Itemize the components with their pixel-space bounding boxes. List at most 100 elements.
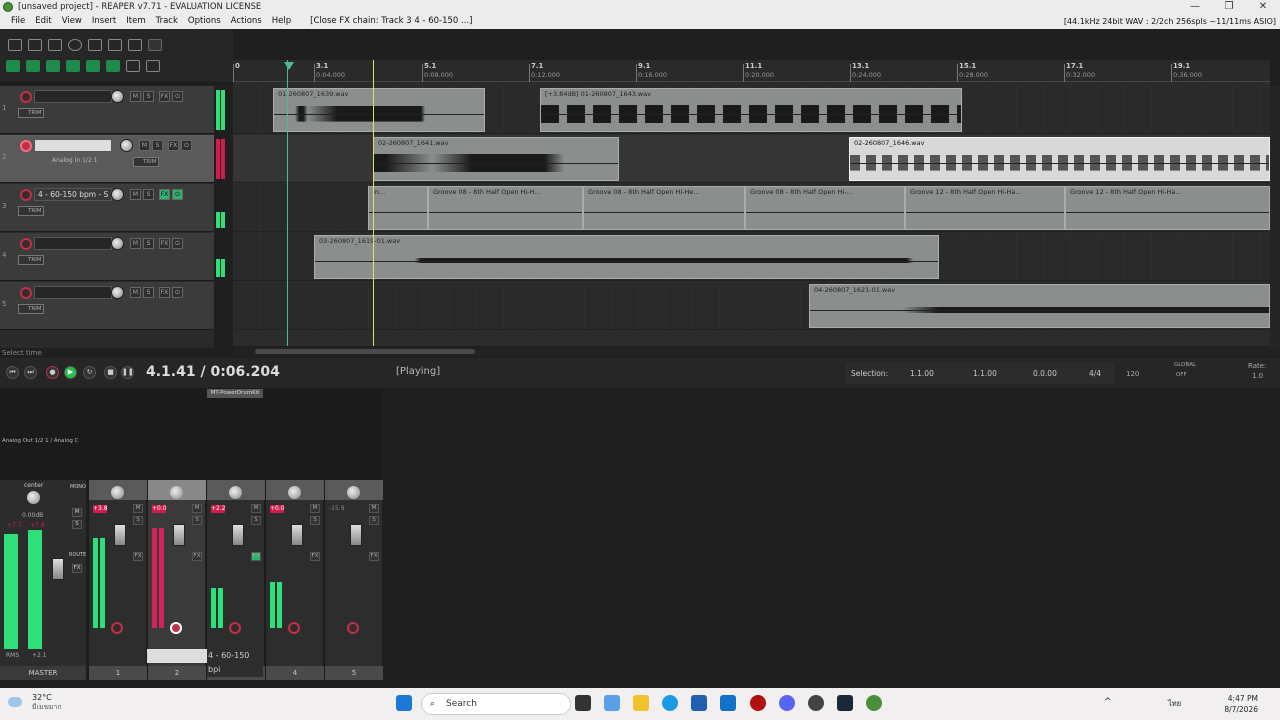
record-arm-button[interactable] bbox=[229, 622, 241, 634]
mute-button[interactable]: M bbox=[251, 504, 261, 513]
peak-indicator[interactable]: +3.8 bbox=[93, 505, 108, 513]
mute-button[interactable]: M bbox=[130, 91, 141, 102]
rate-value[interactable]: 1.0 bbox=[1252, 372, 1263, 380]
solo-button[interactable]: S bbox=[192, 516, 202, 525]
close-button[interactable]: ✕ bbox=[1246, 0, 1280, 14]
tray-chevron-icon[interactable]: ^ bbox=[1104, 697, 1112, 707]
solo-button[interactable]: S bbox=[310, 516, 320, 525]
discord-icon[interactable] bbox=[779, 695, 795, 711]
outlook-icon[interactable] bbox=[720, 695, 736, 711]
media-item[interactable]: 02-260807_1646.wav bbox=[849, 137, 1270, 181]
channel-fader[interactable] bbox=[114, 524, 126, 546]
trim-button[interactable]: TRIM bbox=[133, 157, 159, 167]
mute-button[interactable]: M bbox=[130, 189, 141, 200]
track-row[interactable]: 1 M S FX ⏻ TRIM bbox=[0, 86, 214, 134]
track-name-field[interactable] bbox=[34, 139, 112, 152]
play-position[interactable]: 4.1.41 / 0:06.204 bbox=[146, 364, 280, 380]
mute-button[interactable]: M bbox=[133, 504, 143, 513]
store-icon[interactable] bbox=[691, 695, 707, 711]
channel-fader[interactable] bbox=[173, 524, 185, 546]
solo-button[interactable]: S bbox=[143, 238, 154, 249]
record-arm-button[interactable] bbox=[170, 622, 182, 634]
track-row[interactable]: 3 4 - 60-150 bpm - S M S FX ⏻ TRIM bbox=[0, 184, 214, 232]
weather-widget[interactable]: 32°C มีเมฆมาก bbox=[8, 693, 62, 713]
pause-button[interactable]: ❚❚ bbox=[121, 366, 134, 379]
task-view-icon[interactable] bbox=[575, 695, 591, 711]
media-item[interactable]: In... bbox=[368, 186, 428, 230]
fx-bypass-button[interactable]: ⏻ bbox=[172, 189, 183, 200]
save-project-icon[interactable] bbox=[48, 39, 62, 51]
media-item[interactable]: 03-260807_1619-01.wav bbox=[314, 235, 939, 279]
record-arm-button[interactable] bbox=[20, 238, 32, 250]
track-row[interactable]: 5 M S FX ⏻ TRIM bbox=[0, 282, 214, 330]
close-fx-chain-menu[interactable]: [Close FX chain: Track 3 4 - 60-150 ...] bbox=[296, 14, 477, 29]
menu-options[interactable]: Options bbox=[183, 14, 226, 29]
media-item[interactable]: Groove 08 - 8th Half Open Hi-... bbox=[745, 186, 905, 230]
pan-knob[interactable] bbox=[288, 486, 301, 499]
ripple-edit-icon[interactable] bbox=[26, 60, 40, 72]
record-arm-button[interactable] bbox=[20, 140, 32, 152]
edit-cursor-marker[interactable] bbox=[284, 62, 294, 70]
global-automation-label[interactable]: GLOBAL bbox=[1174, 362, 1196, 368]
toolbar-blank-icon[interactable] bbox=[148, 39, 162, 51]
solo-button[interactable]: S bbox=[133, 516, 143, 525]
track-name-field[interactable] bbox=[34, 237, 112, 250]
peak-indicator[interactable]: +0.0 bbox=[152, 505, 167, 513]
snap-settings-icon[interactable] bbox=[146, 60, 160, 72]
horizontal-scrollbar[interactable] bbox=[233, 348, 1280, 356]
mute-button[interactable]: M bbox=[369, 504, 379, 513]
vertical-scrollbar[interactable] bbox=[1270, 86, 1280, 348]
reaper-taskbar-icon[interactable] bbox=[866, 695, 882, 711]
record-arm-button[interactable] bbox=[20, 91, 32, 103]
track-lane[interactable]: In... Groove 08 - 8th Half Open Hi-H... … bbox=[233, 184, 1270, 232]
track-lane[interactable]: 04-260807_1621-01.wav bbox=[233, 282, 1270, 330]
track-row[interactable]: 2 M S FX ⏻ Analog In 1/2 1 TRIM bbox=[0, 135, 214, 183]
fx-button[interactable]: FX bbox=[159, 189, 170, 200]
media-item[interactable]: Groove 08 - 8th Half Open Hi-H... bbox=[428, 186, 583, 230]
selection-display[interactable]: Selection: 1.1.00 1.1.00 0.0.00 4/4 bbox=[845, 362, 1115, 384]
track-name-field[interactable] bbox=[34, 90, 112, 103]
selection-length[interactable]: 0.0.00 bbox=[1033, 369, 1057, 378]
mute-button[interactable]: M bbox=[310, 504, 320, 513]
app-dark-icon[interactable] bbox=[808, 695, 824, 711]
solo-button[interactable]: S bbox=[369, 516, 379, 525]
fx-bypass-button[interactable]: ⏻ bbox=[172, 238, 183, 249]
time-signature[interactable]: 4/4 bbox=[1089, 369, 1101, 378]
edge-icon[interactable] bbox=[662, 695, 678, 711]
solo-button[interactable]: S bbox=[251, 516, 261, 525]
media-item[interactable]: 04-260807_1621-01.wav bbox=[809, 284, 1270, 328]
global-automation-state[interactable]: OFF bbox=[1176, 372, 1187, 378]
steam-icon[interactable] bbox=[837, 695, 853, 711]
redo-icon[interactable] bbox=[108, 39, 122, 51]
master-pan-knob[interactable] bbox=[27, 491, 40, 504]
track-lane[interactable]: 01-260807_1639.wav [+3.84dB] 01-260807_1… bbox=[233, 86, 1270, 134]
audio-device-info[interactable]: [44.1kHz 24bit WAV : 2/2ch 256spls ~11/1… bbox=[1064, 14, 1276, 29]
track-lane[interactable]: 02-260807_1641.wav 02-260807_1646.wav bbox=[233, 135, 1270, 183]
media-item[interactable]: 02-260807_1641.wav bbox=[373, 137, 619, 181]
pan-knob[interactable] bbox=[229, 486, 242, 499]
track-row[interactable]: 4 M S FX ⏻ TRIM bbox=[0, 233, 214, 281]
tempo-display[interactable]: 120 bbox=[1126, 370, 1139, 378]
record-arm-button[interactable] bbox=[347, 622, 359, 634]
copilot-icon[interactable] bbox=[604, 695, 620, 711]
fx-button[interactable]: FX bbox=[133, 552, 143, 561]
mixer-track-name[interactable]: 4 - 60-150 bpi bbox=[147, 649, 263, 677]
trim-button[interactable]: TRIM bbox=[18, 206, 44, 216]
undo-icon[interactable] bbox=[88, 39, 102, 51]
mute-button[interactable]: M bbox=[192, 504, 202, 513]
trim-button[interactable]: TRIM bbox=[18, 108, 44, 118]
item-grouping-icon[interactable] bbox=[46, 60, 60, 72]
master-mute-button[interactable]: M bbox=[72, 508, 82, 517]
fx-plugin-tag[interactable]: MT-PowerDrumKit bbox=[207, 389, 263, 398]
fx-button[interactable]: FX bbox=[310, 552, 320, 561]
menu-file[interactable]: File bbox=[6, 14, 30, 29]
fx-button[interactable]: FX bbox=[159, 91, 170, 102]
loop-points-icon[interactable] bbox=[106, 60, 120, 72]
taskbar-clock[interactable]: 4:47 PM 8/7/2026 bbox=[1224, 693, 1258, 715]
scrollbar-thumb[interactable] bbox=[255, 349, 475, 354]
master-fx-button[interactable]: FX bbox=[72, 564, 82, 573]
auto-crossfade-icon[interactable] bbox=[66, 60, 80, 72]
master-solo-button[interactable]: S bbox=[72, 520, 82, 529]
track-name-field[interactable]: 4 - 60-150 bpm - S bbox=[34, 188, 112, 201]
pan-knob[interactable] bbox=[111, 486, 124, 499]
